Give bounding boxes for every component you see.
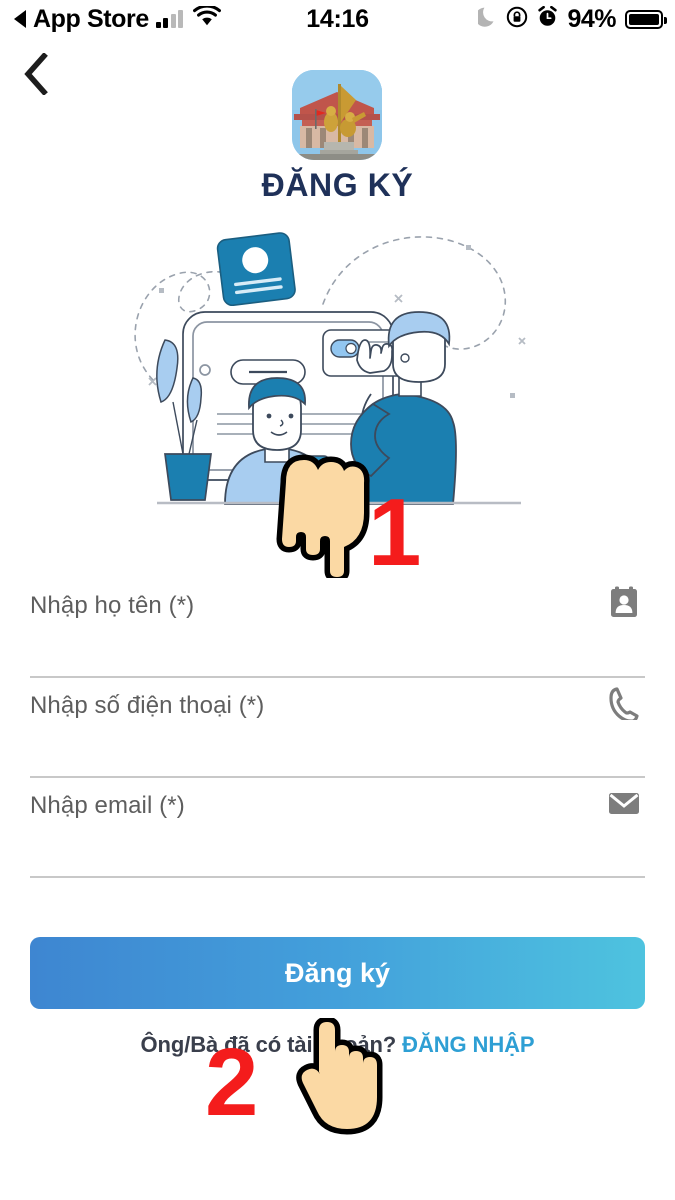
register-submit-button[interactable]: Đăng ký (30, 937, 645, 1009)
envelope-icon (607, 786, 641, 820)
hand-pointing-up-cursor (285, 1016, 391, 1148)
battery-percent-label: 94% (567, 4, 616, 33)
back-button[interactable] (10, 48, 62, 100)
email-input[interactable]: Nhập email (*) (30, 778, 645, 878)
status-bar-right: 94% (475, 4, 667, 34)
hand-pointing-down-cursor (272, 448, 374, 583)
login-link[interactable]: ĐĂNG NHẬP (402, 1032, 534, 1057)
moon-do-not-disturb-icon (475, 6, 497, 32)
phone-input[interactable]: Nhập số điện thoại (*) (30, 678, 645, 778)
phone-screen: App Store 14:16 94% ĐĂNG KÝ 1 Nhập họ tê… (0, 0, 675, 1200)
email-input-label: Nhập email (*) (30, 792, 185, 819)
step-marker-1: 1 (368, 479, 422, 586)
alarm-clock-icon (537, 5, 558, 33)
status-bar: App Store 14:16 94% (0, 0, 675, 38)
phone-input-label: Nhập số điện thoại (*) (30, 692, 265, 719)
monument-statue-app-icon (292, 70, 382, 160)
step-marker-2: 2 (205, 1029, 259, 1136)
page-title: ĐĂNG KÝ (261, 167, 414, 203)
chevron-left-icon (24, 53, 48, 95)
fullname-input[interactable]: Nhập họ tên (*) (30, 578, 645, 678)
phone-icon (607, 686, 641, 720)
fullname-input-label: Nhập họ tên (*) (30, 592, 195, 619)
rotation-lock-icon (506, 6, 528, 33)
battery-full-icon (625, 9, 667, 29)
contact-card-icon (607, 586, 641, 620)
registration-form: Nhập họ tên (*) Nhập số điện thoại (*) N… (30, 578, 645, 878)
